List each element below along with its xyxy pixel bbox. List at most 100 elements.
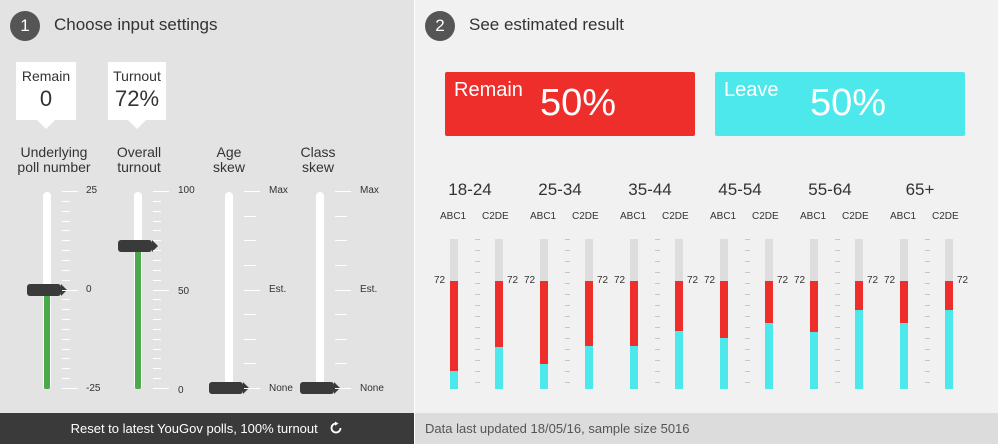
leave-segment [945, 309, 953, 389]
data-status: Data last updated 18/05/16, sample size … [415, 413, 998, 444]
separator-dash [655, 305, 660, 306]
leave-segment [540, 363, 548, 389]
separator-dash [925, 272, 930, 273]
turnout-label: Overall turnout [116, 144, 162, 175]
separator-dash [655, 327, 660, 328]
scale-tick [335, 240, 347, 242]
remain-segment [855, 281, 863, 310]
reset-button[interactable]: Reset to latest YouGov polls, 100% turno… [0, 413, 414, 444]
separator-dash [925, 283, 930, 284]
separator-dash [745, 272, 750, 273]
separator-dash [565, 272, 570, 273]
leave-result: Leave 50% [715, 72, 965, 136]
input-settings-title: Choose input settings [54, 15, 218, 34]
separator-dash [565, 316, 570, 317]
scale-tick [153, 230, 161, 232]
class-label: C2DE [932, 211, 959, 222]
separator-dash [925, 305, 930, 306]
class-skew-slider[interactable] [316, 192, 324, 389]
turnout-bar [720, 239, 728, 389]
scale-tick [153, 348, 161, 350]
scale-tick [335, 314, 347, 316]
scale-tick [335, 338, 347, 340]
remain-segment [630, 281, 638, 346]
scale-tick [153, 250, 161, 252]
separator-dash [475, 371, 480, 372]
input-settings-panel: 1 Choose input settings Remain 0 Turnout… [0, 0, 414, 444]
separator-dash [655, 371, 660, 372]
separator-dash [835, 261, 840, 262]
class-label: ABC1 [890, 211, 917, 222]
scale-tick [62, 210, 70, 212]
class-label: C2DE [842, 211, 869, 222]
class-label: C2DE [482, 211, 509, 222]
separator-dash [565, 283, 570, 284]
separator-dash [475, 316, 480, 317]
turnout-thumb[interactable] [118, 240, 158, 252]
separator-dash [835, 272, 840, 273]
separator-dash [475, 261, 480, 262]
separator-dash [565, 294, 570, 295]
separator-dash [835, 294, 840, 295]
scale-tick [62, 388, 78, 389]
separator-dash [565, 250, 570, 251]
step-1-badge: 1 [10, 11, 40, 41]
scale-tick [62, 259, 70, 261]
poll-scale-min: -25 [86, 383, 101, 394]
poll-number-thumb[interactable] [27, 284, 67, 296]
age-skew-slider[interactable] [225, 192, 233, 389]
separator-dash [475, 272, 480, 273]
scale-tick [62, 319, 70, 321]
scale-tick [244, 215, 256, 217]
turnout-value-label: 72 [777, 275, 789, 286]
scale-tick [153, 378, 161, 380]
poll-number-label: Underlying poll number [17, 144, 91, 175]
turnout-value-label: 72 [597, 275, 609, 286]
scale-tick [244, 289, 260, 291]
separator-dash [565, 338, 570, 339]
class-skew-thumb[interactable] [300, 382, 340, 394]
remain-segment [450, 281, 458, 371]
scale-tick [244, 388, 260, 389]
separator-dash [565, 371, 570, 372]
separator-dash [745, 305, 750, 306]
separator-dash [655, 360, 660, 361]
age-scale-min: None [269, 383, 293, 394]
age-skew-thumb[interactable] [209, 382, 249, 394]
scale-tick [153, 289, 169, 291]
leave-segment [495, 347, 503, 389]
scale-tick [153, 191, 169, 192]
turnout-bar [675, 239, 683, 389]
separator-dash [655, 239, 660, 240]
turnout-callout-label: Turnout [113, 68, 161, 84]
separator-dash [475, 239, 480, 240]
turnout-value-label: 72 [614, 275, 626, 286]
turnout-callout: Turnout 72% [108, 62, 166, 129]
separator-dash [745, 338, 750, 339]
turnout-value-label: 72 [434, 275, 446, 286]
scale-tick [335, 388, 351, 389]
separator-dash [745, 283, 750, 284]
turnout-slider[interactable] [134, 192, 142, 389]
separator-dash [835, 250, 840, 251]
remain-segment [765, 281, 773, 323]
separator-dash [655, 261, 660, 262]
age-group-label: 25-34 [538, 180, 582, 199]
turnout-bar [945, 239, 953, 389]
separator-dash [925, 349, 930, 350]
age-group-label: 55-64 [808, 180, 852, 199]
separator-dash [655, 349, 660, 350]
turnout-scale-min: 0 [178, 385, 184, 396]
turnout-bar [765, 239, 773, 389]
scale-tick [62, 191, 78, 192]
scale-tick [335, 289, 351, 291]
turnout-scale-max: 100 [178, 185, 195, 196]
separator-dash [565, 382, 570, 383]
separator-dash [475, 283, 480, 284]
separator-dash [565, 327, 570, 328]
separator-dash [475, 382, 480, 383]
scale-tick [153, 220, 161, 222]
scale-tick [62, 230, 70, 232]
scale-tick [244, 338, 256, 340]
separator-dash [565, 239, 570, 240]
